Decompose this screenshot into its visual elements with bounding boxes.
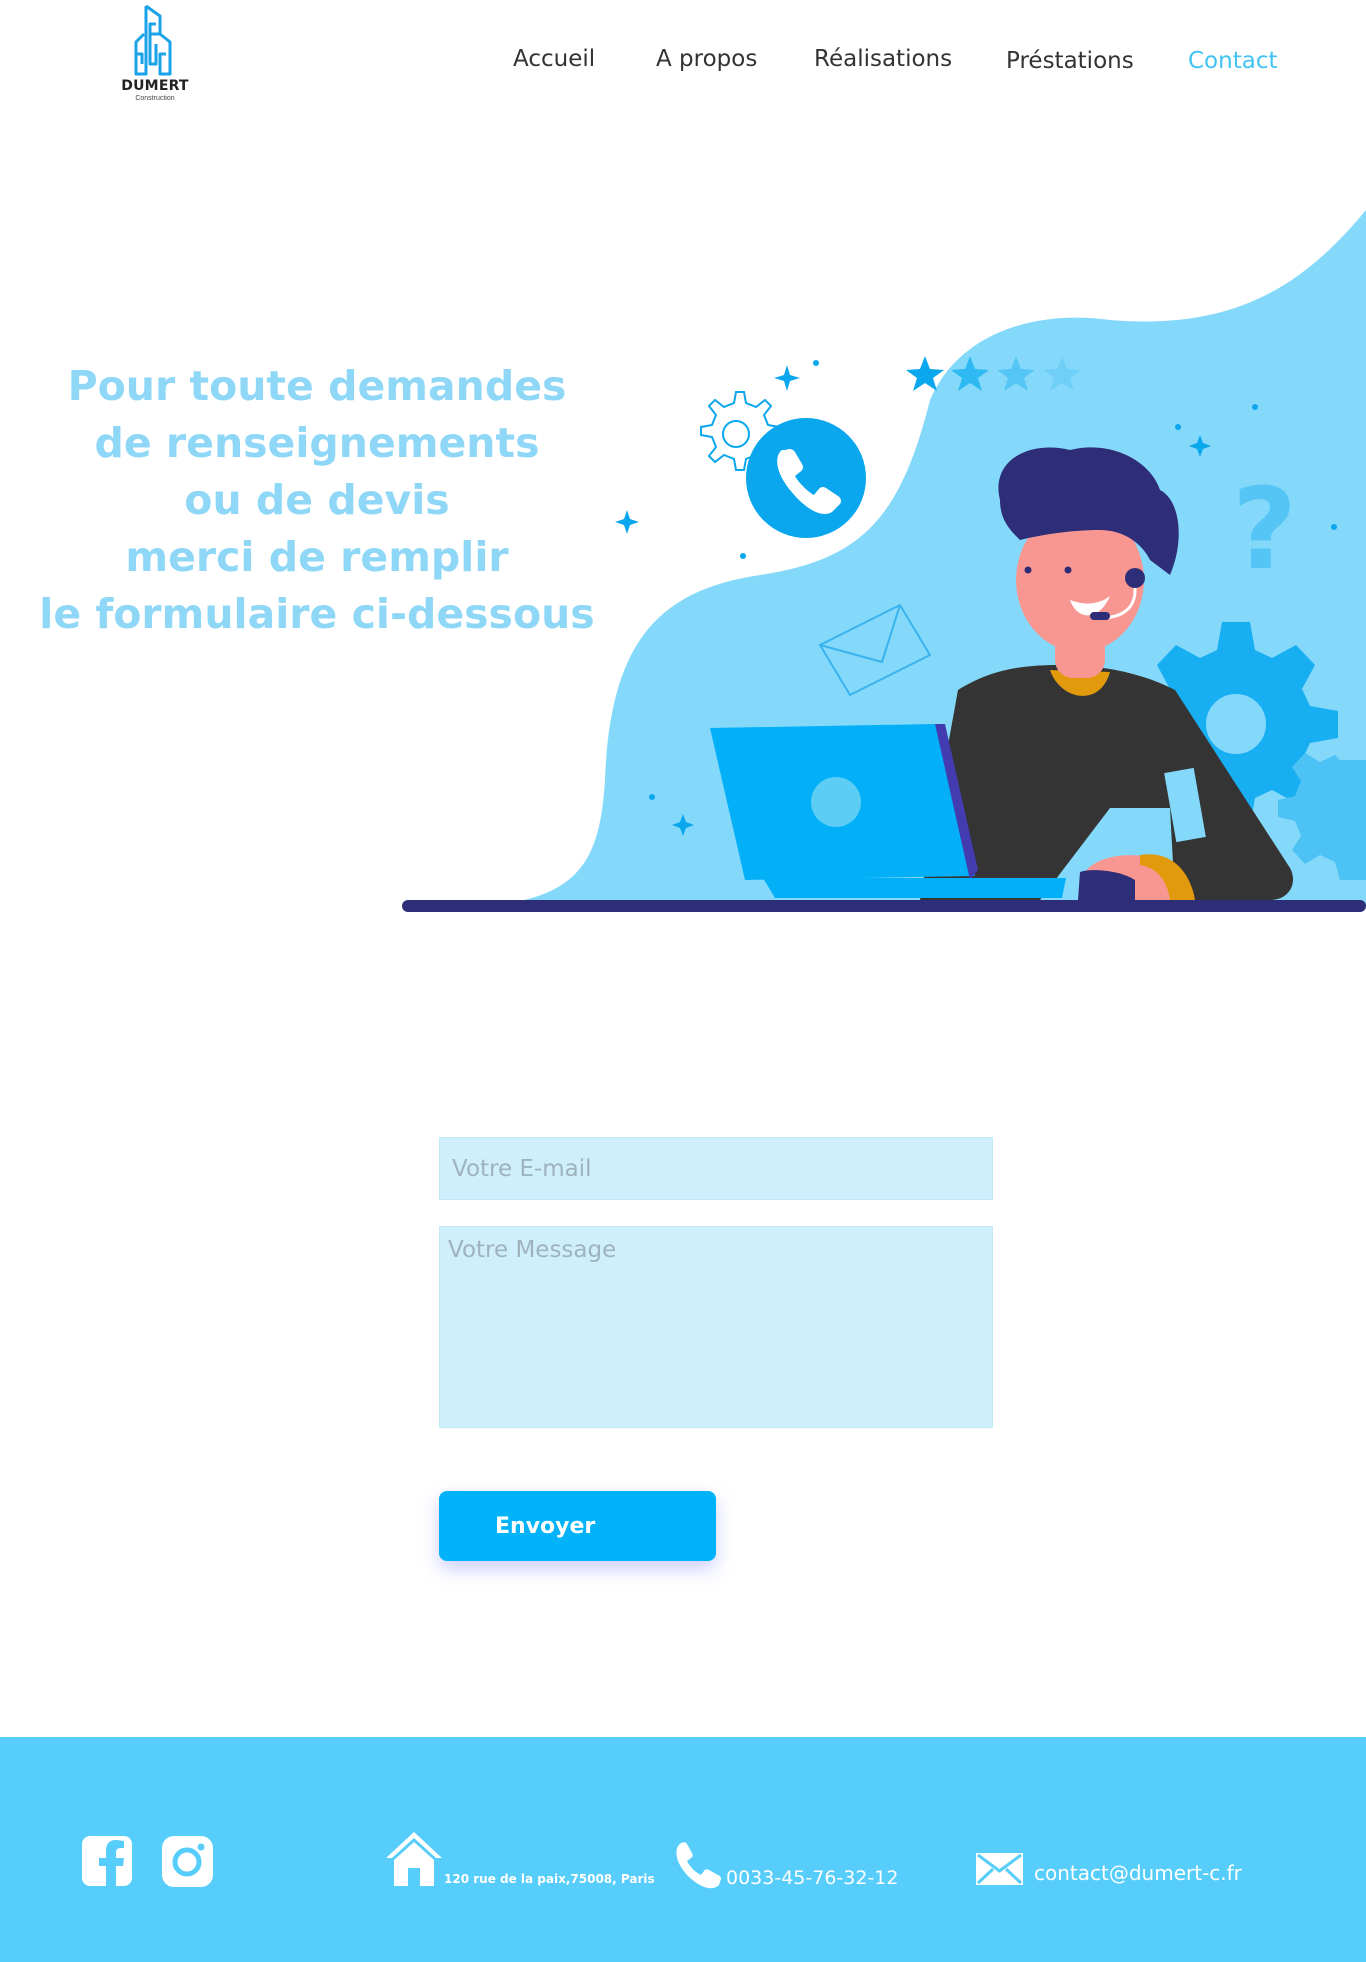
logo-tagline: Construction bbox=[135, 95, 175, 102]
phone-circle bbox=[746, 418, 866, 538]
logo-name: DUMERT bbox=[121, 78, 189, 94]
phone-icon bbox=[673, 1841, 721, 1894]
hero-line-2: de renseignements bbox=[94, 419, 540, 467]
nav-item-realisations[interactable]: Réalisations bbox=[814, 46, 952, 72]
footer-phone[interactable]: 0033-45-76-32-12 bbox=[726, 1867, 898, 1889]
send-button[interactable]: Envoyer bbox=[439, 1491, 716, 1561]
instagram-icon[interactable] bbox=[162, 1836, 213, 1892]
hero-line-5: le formulaire ci-dessous bbox=[39, 590, 595, 638]
hero-heading: Pour toute demandes de renseignements ou… bbox=[0, 358, 634, 643]
desk-line bbox=[402, 900, 1366, 912]
question-mark-icon: ? bbox=[1232, 465, 1297, 595]
main-nav: Accueil A propos Réalisations Préstation… bbox=[0, 46, 1366, 80]
footer-email[interactable]: contact@dumert-c.fr bbox=[1034, 1861, 1242, 1885]
footer: 120 rue de la paix,75008, Paris 0033-45-… bbox=[0, 1737, 1366, 1962]
hero-line-3: ou de devis bbox=[184, 476, 450, 524]
hero-line-4: merci de remplir bbox=[125, 533, 509, 581]
mail-icon bbox=[976, 1853, 1023, 1890]
hero-line-1: Pour toute demandes bbox=[67, 362, 567, 410]
footer-address: 120 rue de la paix,75008, Paris bbox=[444, 1872, 655, 1886]
home-icon bbox=[384, 1830, 444, 1893]
email-field[interactable] bbox=[439, 1137, 993, 1200]
nav-item-a-propos[interactable]: A propos bbox=[656, 46, 757, 72]
nav-item-contact[interactable]: Contact bbox=[1188, 48, 1277, 74]
facebook-icon[interactable] bbox=[82, 1836, 132, 1891]
message-field[interactable] bbox=[439, 1226, 993, 1428]
laptop-base bbox=[763, 878, 1066, 898]
nav-item-accueil[interactable]: Accueil bbox=[513, 46, 595, 72]
nav-item-prestations[interactable]: Préstations bbox=[1006, 48, 1134, 74]
